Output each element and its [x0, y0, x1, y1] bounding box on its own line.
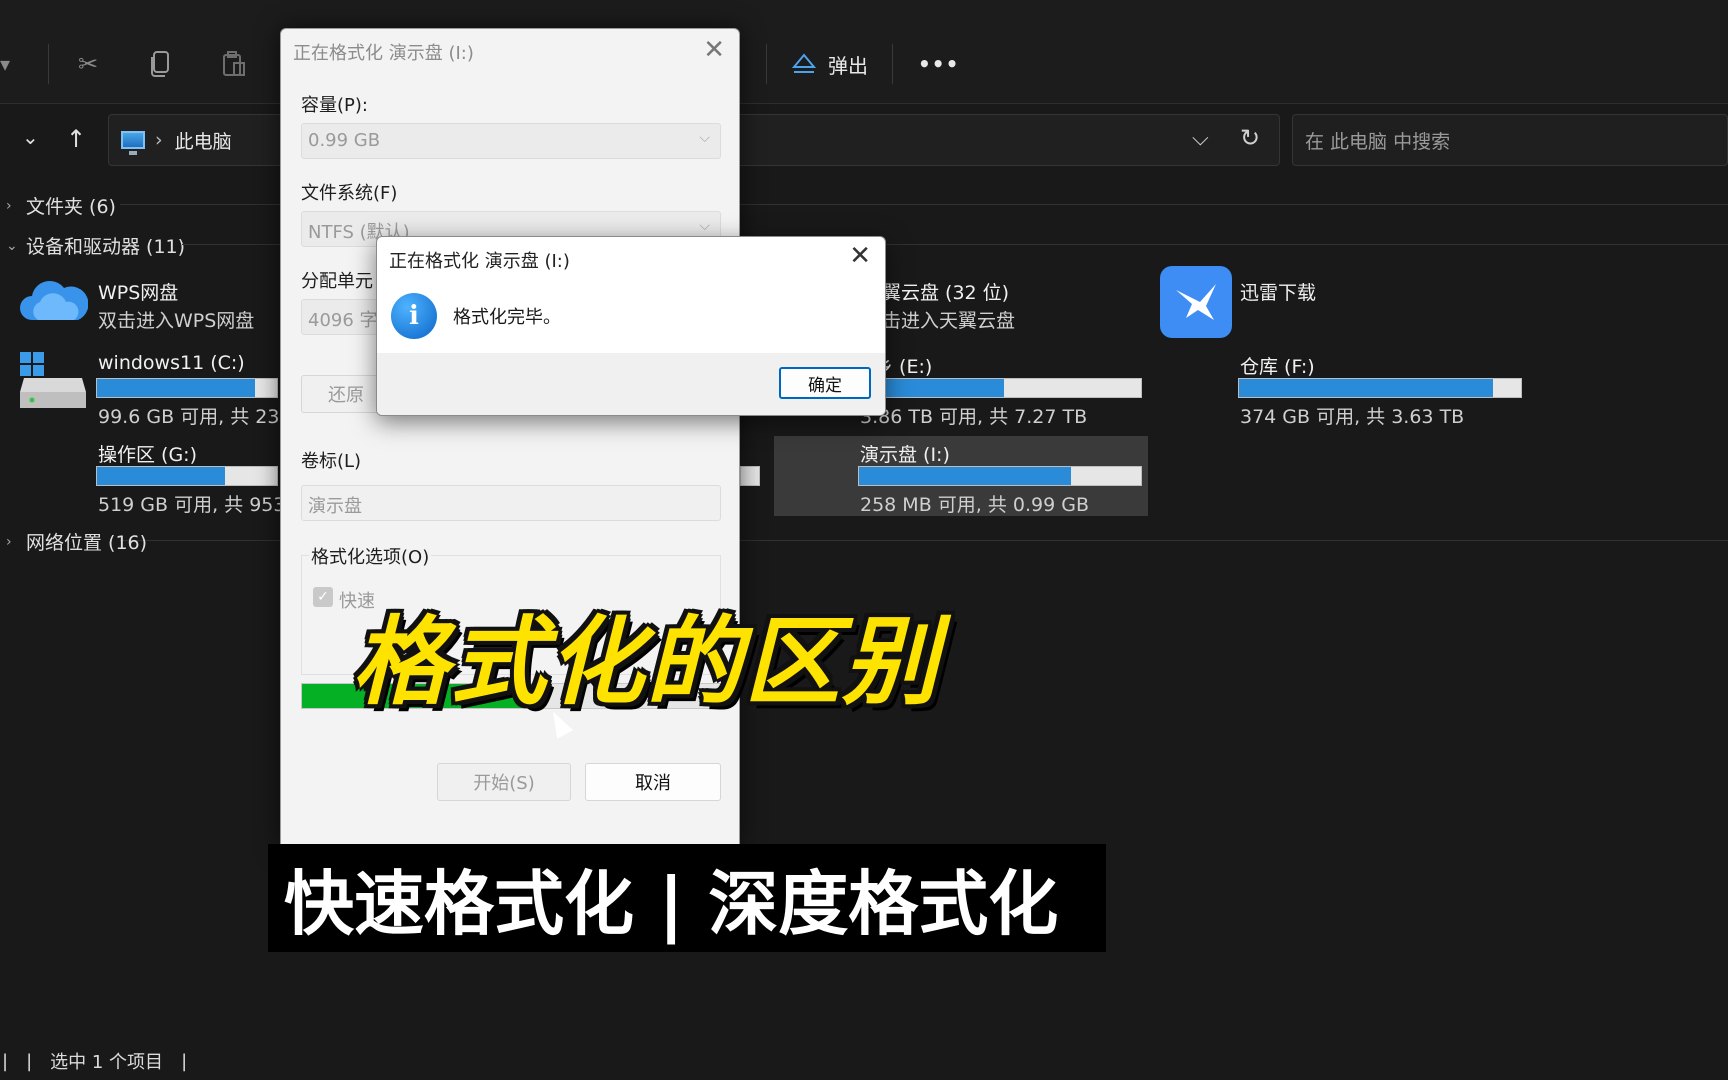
- computer-icon: [121, 131, 145, 155]
- info-icon: i: [391, 293, 437, 339]
- tile-i-name[interactable]: 演示盘 (I:): [860, 440, 950, 467]
- tile-g-usage-bar: [96, 466, 278, 486]
- group-network[interactable]: › 网络位置 (16): [6, 528, 147, 555]
- tile-c-sub: 99.6 GB 可用, 共 231: [98, 406, 292, 428]
- wps-cloud-icon: [20, 281, 88, 320]
- capacity-label: 容量(P):: [301, 95, 368, 116]
- more-button[interactable]: •••: [918, 44, 959, 84]
- tile-e-usage-bar: [882, 378, 1142, 398]
- eject-icon: [792, 53, 816, 73]
- status-divider: |: [181, 1050, 188, 1072]
- recent-locations-chevron-icon[interactable]: ⌄: [22, 125, 39, 149]
- paste-icon[interactable]: [222, 44, 246, 84]
- group-network-label: 网络位置 (16): [26, 532, 148, 554]
- volume-label-value: 演示盘: [308, 496, 362, 517]
- address-history-chevron-icon[interactable]: ⌵: [1192, 126, 1209, 151]
- capacity-value: 0.99 GB: [308, 130, 381, 151]
- tile-wps-name[interactable]: WPS网盘: [98, 278, 178, 305]
- format-options-label: 格式化选项(O): [309, 543, 432, 569]
- capacity-select[interactable]: 0.99 GB ⌵: [301, 123, 721, 159]
- tile-e-usage-fill: [883, 379, 1005, 397]
- format-dialog: 正在格式化 演示盘 (I:) ✕ 容量(P): 0.99 GB ⌵ 文件系统(F…: [280, 28, 740, 848]
- status-bar: | | 选中 1 个项目 |: [0, 1042, 1728, 1080]
- status-divider: |: [26, 1050, 33, 1072]
- tile-h-usage-bar: [740, 466, 760, 486]
- command-bar: ▾ ✂ 弹出 •••: [0, 0, 1728, 104]
- group-devices[interactable]: ⌄ 设备和驱动器 (11): [6, 232, 185, 259]
- breadcrumb-this-pc[interactable]: 此电脑: [175, 127, 232, 154]
- tile-xunlei-name[interactable]: 迅雷下载: [1240, 278, 1316, 305]
- allocation-label: 分配单元: [301, 271, 373, 292]
- message-dialog-title: 正在格式化 演示盘 (I:): [389, 251, 570, 272]
- tile-tianyi-name[interactable]: 翼云盘 (32 位): [882, 278, 1009, 305]
- allocation-value: 4096 字: [308, 310, 378, 331]
- group-devices-label: 设备和驱动器 (11): [26, 236, 186, 258]
- status-divider: |: [2, 1050, 9, 1072]
- volume-label-input[interactable]: 演示盘: [301, 485, 721, 521]
- cut-icon[interactable]: ✂: [78, 44, 98, 84]
- tile-c-name[interactable]: windows11 (C:): [98, 352, 245, 374]
- cancel-button[interactable]: 取消: [585, 763, 721, 801]
- tile-g-sub: 519 GB 可用, 共 953: [98, 494, 286, 516]
- group-folders[interactable]: › 文件夹 (6): [6, 192, 116, 219]
- up-arrow-icon[interactable]: ↑: [66, 125, 86, 153]
- tile-c-usage-fill: [97, 379, 256, 397]
- tile-f-usage-fill: [1239, 379, 1493, 397]
- format-complete-dialog: 正在格式化 演示盘 (I:) ✕ i 格式化完毕。 确定: [376, 236, 886, 416]
- quick-format-checkbox[interactable]: ✓: [313, 587, 333, 607]
- tile-g-name[interactable]: 操作区 (G:): [98, 440, 197, 467]
- search-input[interactable]: 在 此电脑 中搜索: [1292, 114, 1728, 166]
- tile-i-sub: 258 MB 可用, 共 0.99 GB: [860, 494, 1089, 516]
- windows-drive-icon: [20, 352, 86, 408]
- refresh-icon[interactable]: ↻: [1240, 124, 1260, 152]
- tile-i-usage-fill: [859, 467, 1071, 485]
- breadcrumb-chevron-icon: ›: [155, 129, 163, 151]
- tile-f-usage-bar: [1238, 378, 1522, 398]
- tile-e-sub: 3.86 TB 可用, 共 7.27 TB: [860, 406, 1088, 428]
- eject-label: 弹出: [828, 53, 868, 78]
- tile-f-sub: 374 GB 可用, 共 3.63 TB: [1240, 406, 1465, 428]
- ok-button[interactable]: 确定: [779, 367, 871, 399]
- chevron-down-icon: ⌵: [699, 130, 710, 146]
- close-icon[interactable]: ✕: [849, 241, 871, 271]
- toolbar-separator: [48, 44, 49, 84]
- xunlei-bird-icon: [1160, 266, 1232, 338]
- format-dialog-title: 正在格式化 演示盘 (I:): [293, 43, 474, 64]
- headline-caption: 格式化的区别: [352, 606, 940, 718]
- toolbar-separator: [892, 44, 893, 84]
- eject-button[interactable]: 弹出: [792, 44, 868, 84]
- tile-i-usage-bar: [858, 466, 1142, 486]
- more-options-chevron-icon[interactable]: ▾: [0, 44, 10, 84]
- search-placeholder: 在 此电脑 中搜索: [1305, 130, 1451, 153]
- subline-caption: 快速格式化 | 深度格式化: [268, 844, 1106, 952]
- status-selection: 选中 1 个项目: [50, 1052, 164, 1073]
- collapse-chevron-icon: ⌄: [6, 237, 18, 254]
- close-icon[interactable]: ✕: [703, 35, 725, 65]
- tile-f-name[interactable]: 仓库 (F:): [1240, 352, 1315, 379]
- group-folders-label: 文件夹 (6): [26, 196, 116, 218]
- chevron-down-icon: ⌵: [699, 218, 710, 234]
- tile-g-usage-fill: [97, 467, 225, 485]
- start-button[interactable]: 开始(S): [437, 763, 571, 801]
- volume-label-label: 卷标(L): [301, 451, 362, 472]
- expand-chevron-icon: ›: [6, 197, 12, 214]
- tile-c-usage-bar: [96, 378, 278, 398]
- copy-icon[interactable]: [150, 44, 172, 84]
- tile-wps-sub: 双击进入WPS网盘: [98, 310, 255, 332]
- message-text: 格式化完毕。: [453, 307, 561, 328]
- tile-tianyi-sub: 击进入天翼云盘: [882, 310, 1016, 332]
- filesystem-label: 文件系统(F): [301, 183, 398, 204]
- toolbar-separator: [766, 44, 767, 84]
- expand-chevron-icon: ›: [6, 533, 12, 550]
